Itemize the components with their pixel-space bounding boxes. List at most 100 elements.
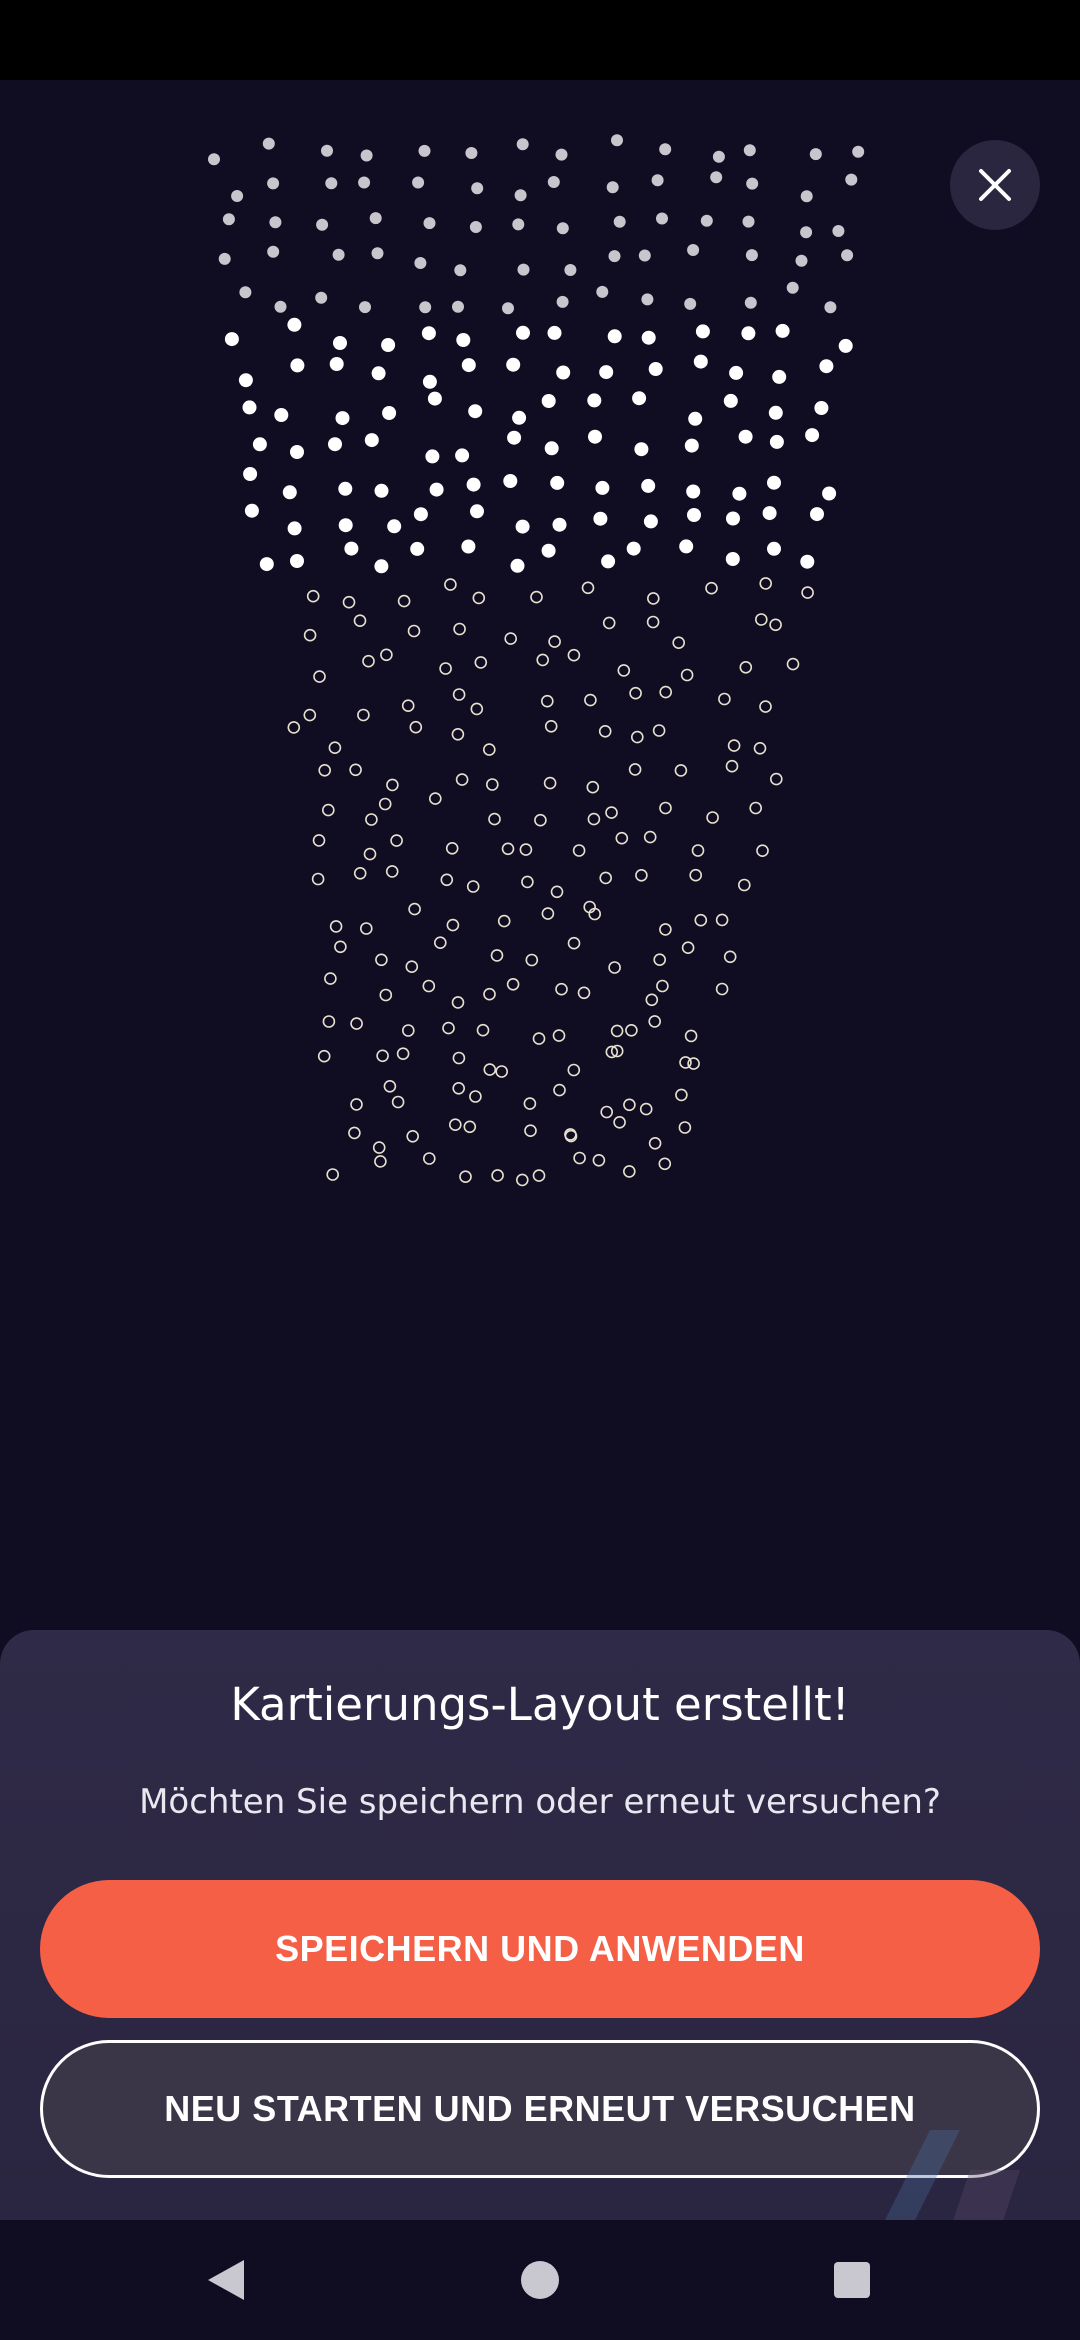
- pending-led-dot: [385, 865, 399, 878]
- status-bar: [0, 0, 1080, 80]
- pending-led-dot: [452, 688, 466, 701]
- pending-led-dot: [311, 872, 325, 886]
- mapped-led-dot: [267, 177, 280, 190]
- mapped-led-dot: [613, 215, 626, 228]
- pending-led-dot: [359, 922, 373, 935]
- home-circle-icon: [521, 2261, 559, 2299]
- back-button[interactable]: [190, 2244, 262, 2316]
- mapped-led-dot: [412, 176, 425, 189]
- pending-led-dot: [519, 843, 533, 856]
- pending-led-dot: [645, 993, 659, 1007]
- pending-led-dot: [659, 685, 673, 699]
- mapped-led-dot: [767, 541, 781, 556]
- mapped-led-dot: [369, 212, 382, 225]
- mapped-led-dot: [470, 504, 484, 519]
- dialog-title: Kartierungs-Layout erstellt!: [230, 1678, 850, 1731]
- mapped-led-dot: [471, 182, 484, 195]
- mapped-led-dot: [608, 250, 621, 263]
- mapped-led-dot: [746, 177, 759, 190]
- pending-led-dot: [446, 918, 460, 932]
- pending-led-dot: [605, 806, 618, 819]
- mapped-led-dot: [606, 181, 619, 194]
- pending-led-dot: [506, 977, 520, 991]
- mapped-led-dot: [506, 357, 521, 372]
- mapped-led-dot: [679, 539, 694, 554]
- mapped-led-dot: [282, 485, 297, 500]
- mapped-led-dot: [465, 147, 478, 159]
- close-button[interactable]: [950, 140, 1040, 230]
- mapped-led-dot: [224, 332, 239, 347]
- mapped-led-dot: [786, 281, 799, 294]
- mapped-led-dot: [387, 519, 402, 534]
- mapped-led-dot: [419, 301, 432, 314]
- pending-led-dot: [401, 699, 415, 713]
- mapped-led-dot: [656, 212, 668, 225]
- mapped-led-dot: [723, 393, 738, 408]
- recents-button[interactable]: [816, 2244, 888, 2316]
- mapped-led-dot: [517, 263, 530, 276]
- pending-led-dot: [759, 577, 773, 590]
- pending-led-dot: [648, 1015, 662, 1028]
- mapped-led-dot: [514, 189, 527, 202]
- pending-led-dot: [625, 1023, 638, 1037]
- pending-led-dot: [482, 743, 496, 756]
- pending-led-dot: [523, 1097, 537, 1110]
- mapped-led-dot: [244, 503, 259, 518]
- mapped-led-dot: [315, 291, 328, 304]
- pending-led-dot: [727, 739, 741, 752]
- mapped-led-dot: [732, 486, 747, 501]
- led-dot-map: [208, 134, 865, 1187]
- pending-led-dot: [318, 763, 332, 777]
- save-and-apply-button[interactable]: SPEICHERN UND ANWENDEN: [40, 1880, 1040, 2018]
- pending-dots: [287, 577, 814, 1187]
- mapped-led-dot: [423, 217, 436, 230]
- mapped-led-dot: [819, 359, 834, 374]
- pending-led-dot: [694, 913, 708, 927]
- pending-led-dot: [639, 1102, 653, 1116]
- mapped-led-dot: [595, 480, 610, 495]
- pending-led-dot: [629, 686, 642, 700]
- pending-led-dot: [672, 636, 686, 650]
- pending-led-dot: [348, 1126, 361, 1140]
- pending-led-dot: [312, 834, 326, 847]
- pending-led-dot: [365, 813, 378, 826]
- mapped-led-dot: [552, 517, 567, 532]
- mapped-led-dot: [218, 252, 231, 265]
- mapped-led-dot: [768, 405, 783, 420]
- pending-led-dot: [350, 1017, 363, 1030]
- pending-led-dot: [349, 763, 362, 777]
- pending-led-dot: [687, 1057, 700, 1070]
- mapped-led-dot: [550, 475, 565, 490]
- mapped-led-dot: [687, 508, 701, 522]
- pending-led-dot: [380, 648, 393, 662]
- pending-led-dot: [448, 1118, 462, 1131]
- mapped-led-dot: [422, 374, 437, 389]
- pending-led-dot: [544, 719, 558, 733]
- pending-led-dot: [463, 1120, 477, 1134]
- pending-led-dot: [515, 1173, 529, 1187]
- mapped-led-dot: [454, 264, 467, 277]
- pending-led-dot: [567, 936, 581, 950]
- pending-led-dot: [648, 1137, 662, 1150]
- pending-led-dot: [553, 1083, 566, 1097]
- mapped-led-dot: [274, 408, 289, 422]
- mapped-led-dot: [290, 445, 304, 459]
- mapped-led-dot: [729, 365, 744, 380]
- pending-led-dot: [474, 656, 488, 669]
- pending-led-dot: [452, 1081, 466, 1095]
- pending-led-dot: [623, 1098, 636, 1112]
- pending-led-dot: [453, 622, 466, 636]
- mapped-led-dot: [769, 434, 784, 449]
- pending-led-dot: [600, 1105, 614, 1119]
- pending-led-dot: [401, 1024, 415, 1037]
- pending-led-dot: [534, 813, 547, 827]
- pending-led-dot: [599, 871, 613, 885]
- mapped-led-dot: [611, 134, 623, 147]
- pending-led-dot: [715, 982, 729, 996]
- mapped-led-dot: [338, 481, 353, 496]
- pending-led-dot: [466, 880, 480, 893]
- mapped-led-dot: [544, 441, 559, 456]
- mapped-led-dot: [262, 137, 275, 150]
- mapped-led-dot: [328, 437, 342, 452]
- home-button[interactable]: [504, 2244, 576, 2316]
